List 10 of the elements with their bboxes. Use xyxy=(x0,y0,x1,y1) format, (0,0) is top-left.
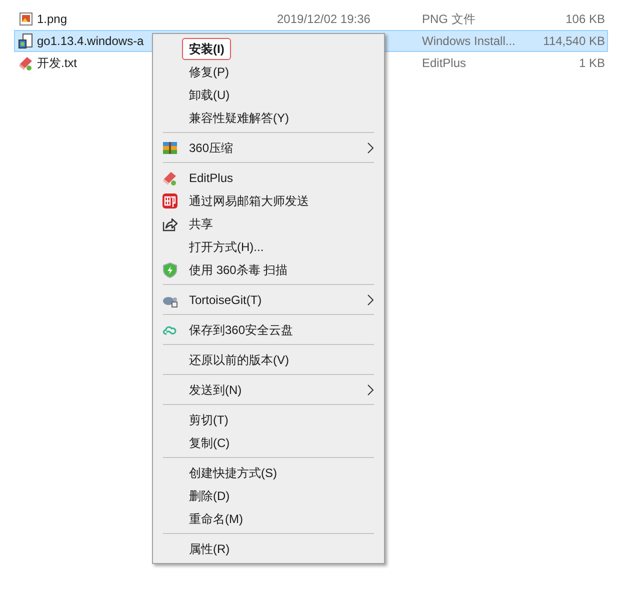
file-name: 开发.txt xyxy=(37,55,78,72)
file-type: EditPlus xyxy=(422,55,466,72)
file-size: 1 KB xyxy=(578,55,605,72)
file-size: 106 KB xyxy=(566,11,605,28)
file-name: 1.png xyxy=(37,11,68,28)
file-name: go1.13.4.windows-a xyxy=(37,33,144,50)
file-type: Windows Install... xyxy=(422,33,516,50)
file-size: 114,540 KB xyxy=(543,33,605,50)
file-type: PNG 文件 xyxy=(422,11,476,28)
modified-date: 2019/12/02 19:36 xyxy=(277,11,370,28)
